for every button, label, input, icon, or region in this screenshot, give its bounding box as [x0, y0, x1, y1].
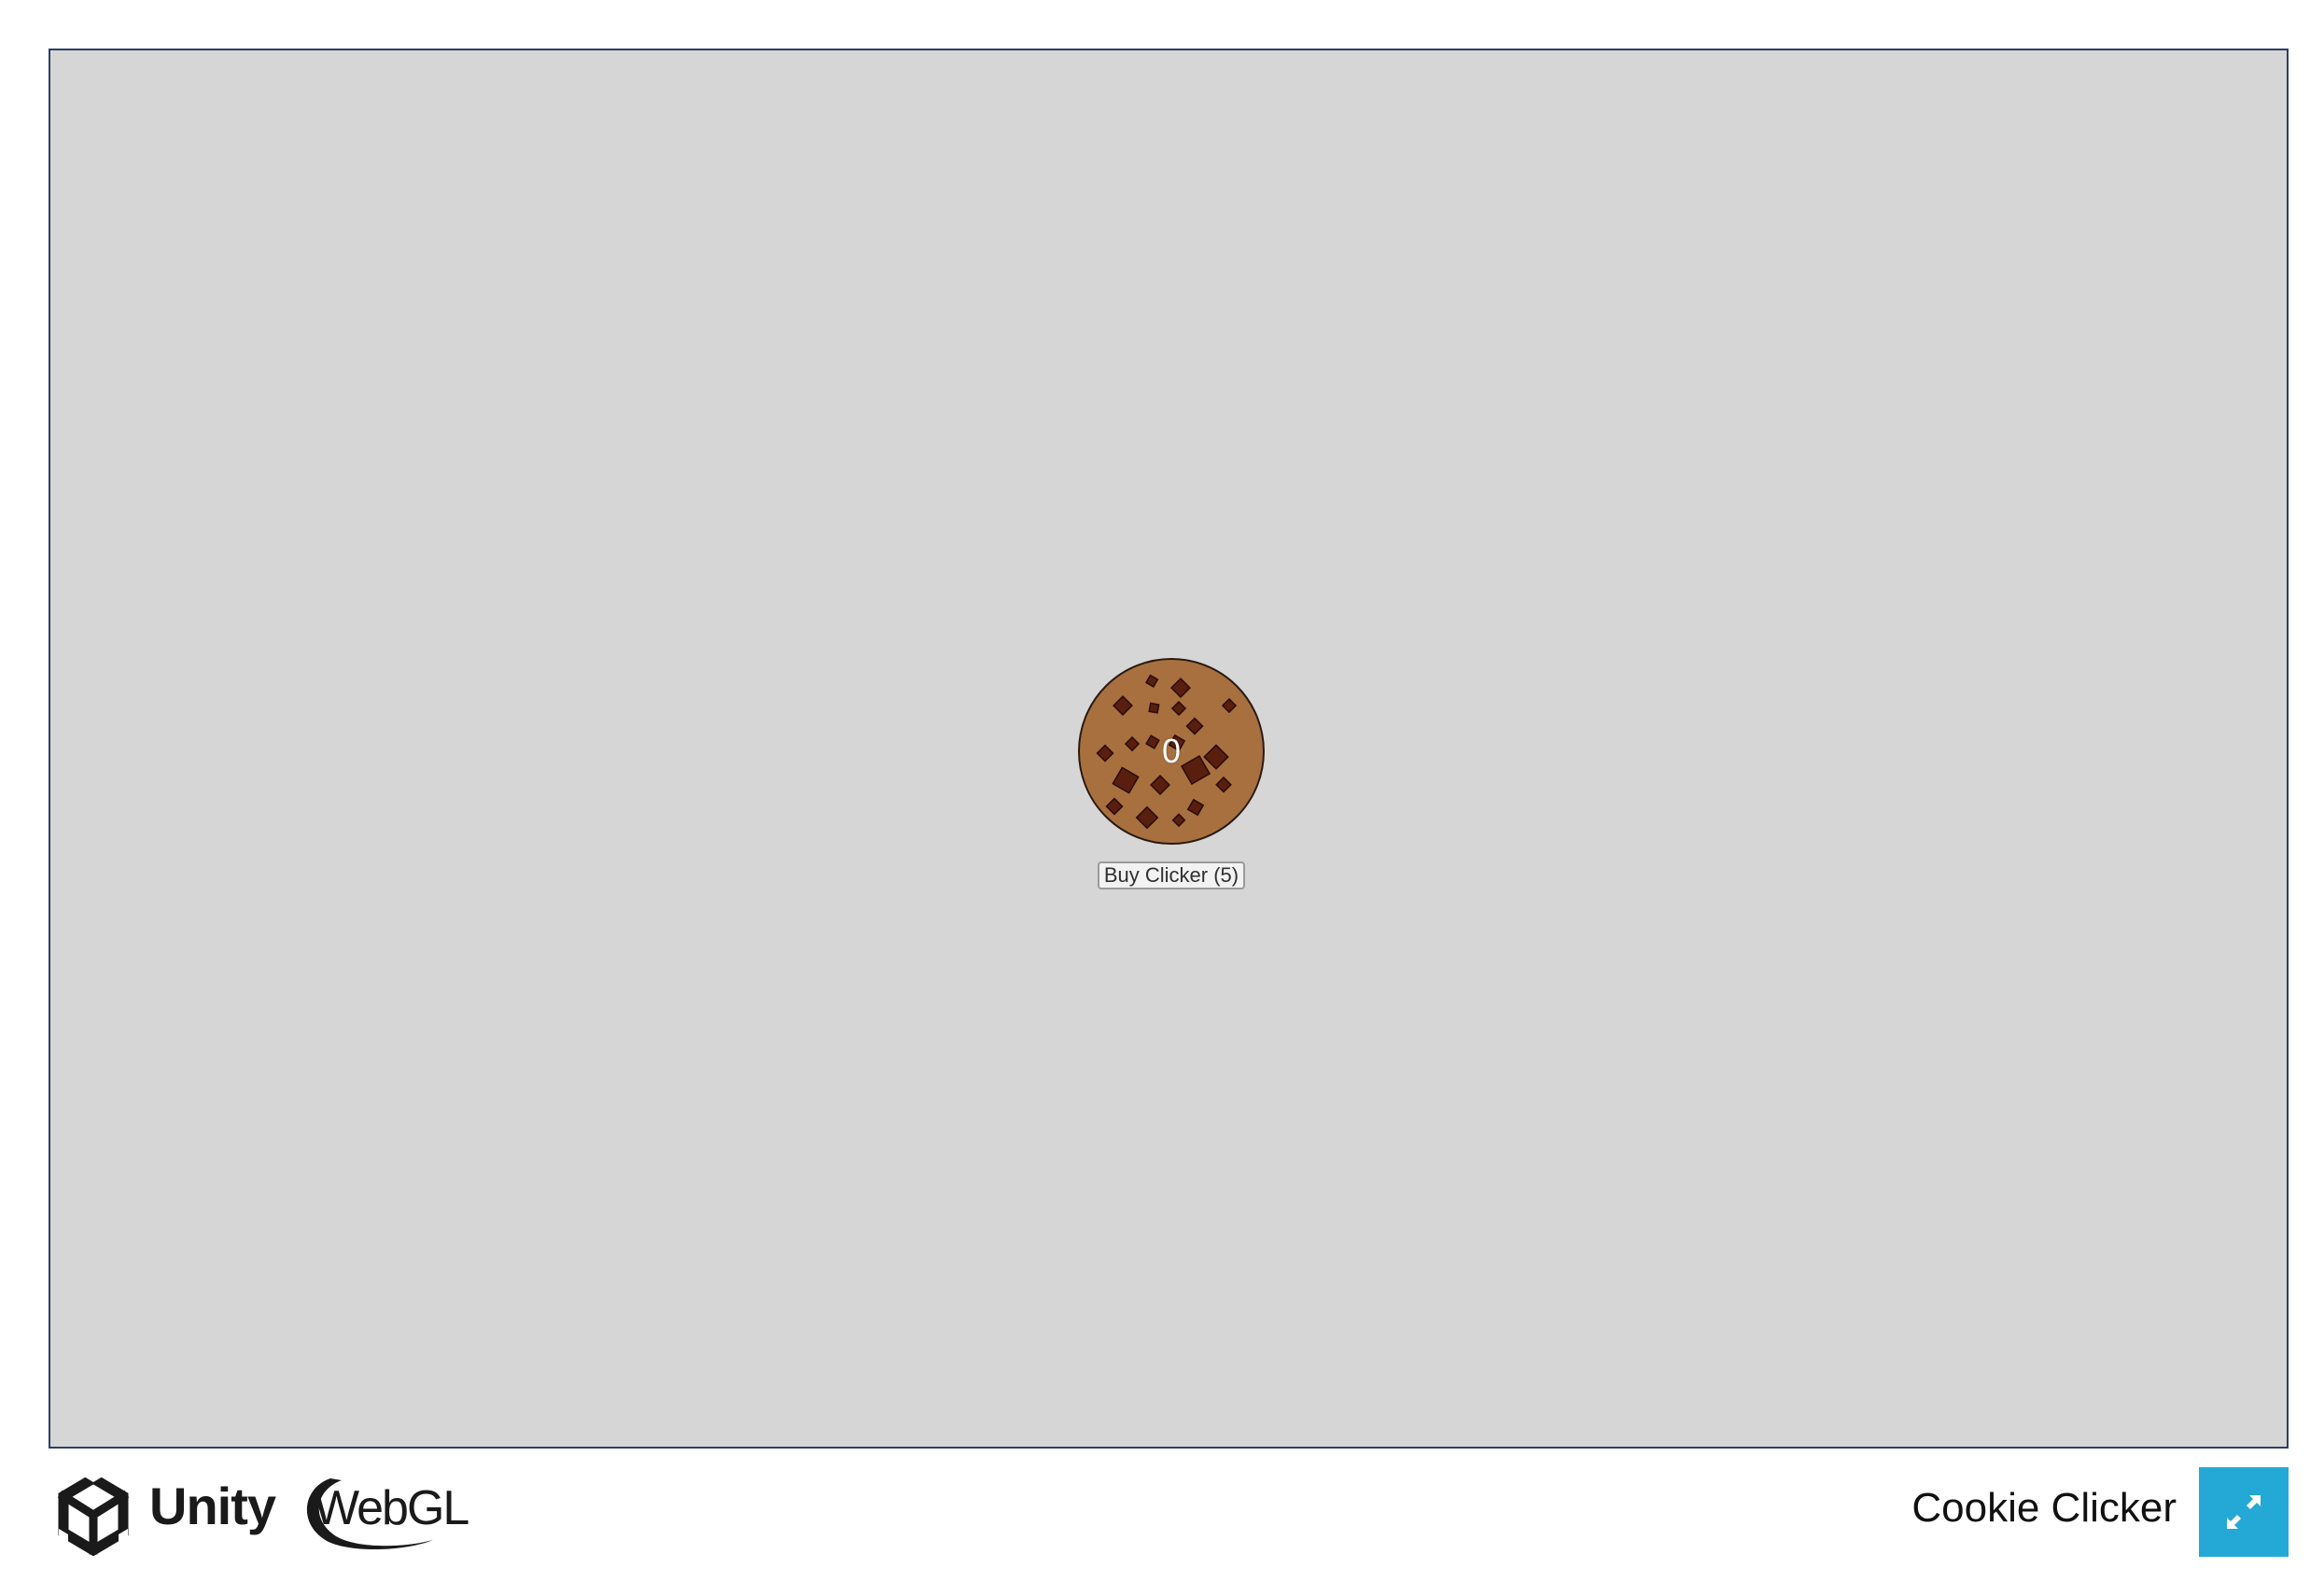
unity-webgl-page: 0 Buy Clicker (5) Unity WebGL Cookie Cli…	[0, 0, 2324, 1596]
unity-logo-icon	[57, 1471, 130, 1557]
fullscreen-button[interactable]	[2199, 1467, 2289, 1557]
cookie-button[interactable]: 0	[1077, 657, 1266, 846]
unity-wordmark: Unity	[149, 1477, 276, 1535]
game-title: Cookie Clicker	[1911, 1485, 2177, 1531]
cookie-icon	[1078, 658, 1265, 845]
fullscreen-icon	[2227, 1495, 2261, 1529]
webgl-wordmark: WebGL	[314, 1481, 469, 1535]
game-canvas[interactable]: 0 Buy Clicker (5)	[49, 49, 2289, 1449]
footer: Unity WebGL Cookie Clicker	[49, 1452, 2289, 1557]
buy-clicker-button[interactable]: Buy Clicker (5)	[1098, 861, 1245, 889]
